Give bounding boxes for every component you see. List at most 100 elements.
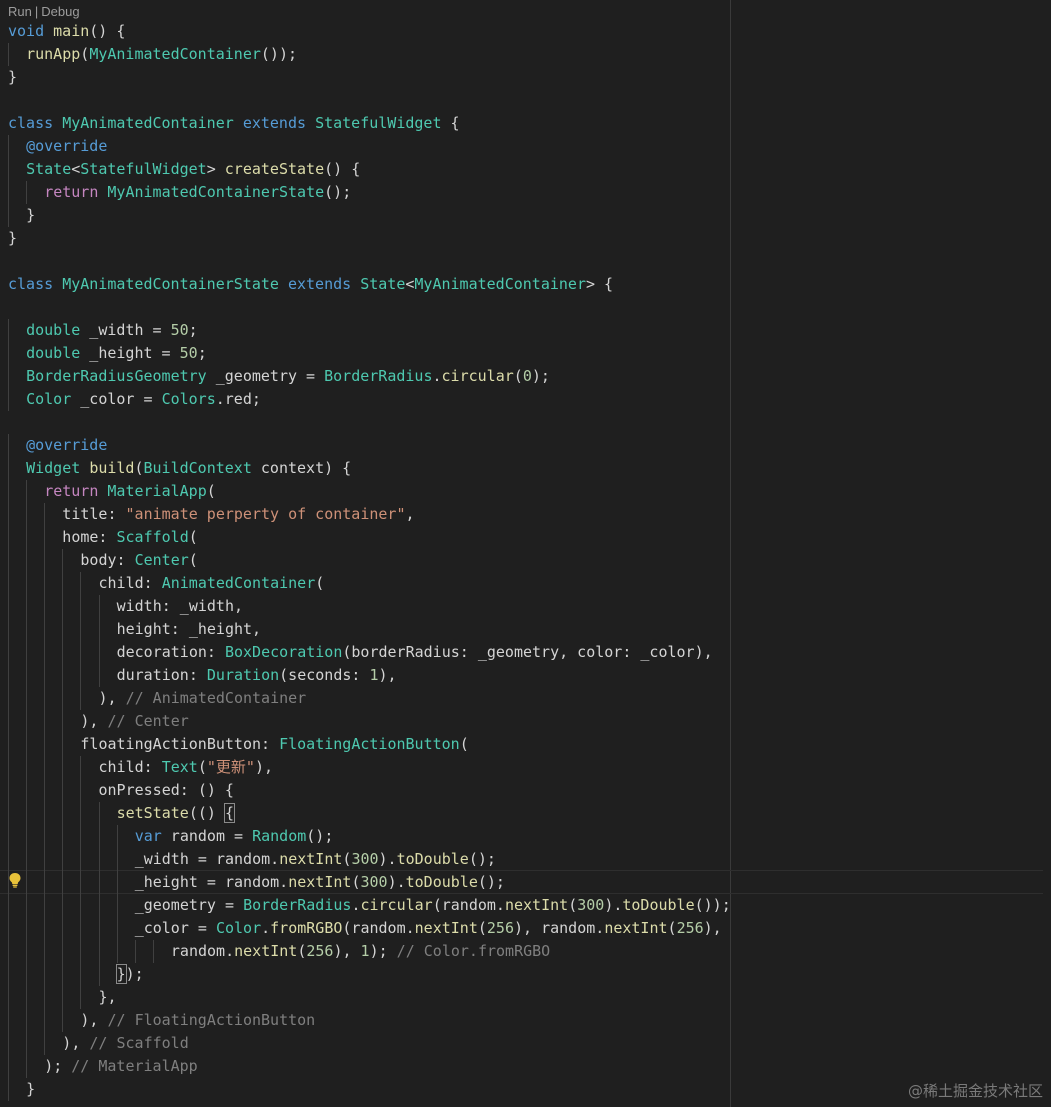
code-token: ). [387, 873, 406, 891]
code-line[interactable]: }); [8, 963, 731, 986]
code-token: AnimatedContainer [161, 574, 316, 592]
code-line[interactable]: @override [8, 135, 731, 158]
code-line[interactable]: floatingActionButton: FloatingActionButt… [8, 733, 731, 756]
code-line[interactable]: body: Center( [8, 549, 731, 572]
code-line[interactable]: random.nextInt(256), 1); // Color.fromRG… [8, 940, 731, 963]
code-line[interactable]: _height = random.nextInt(300).toDouble()… [8, 871, 731, 894]
code-lines[interactable]: void main() {runApp(MyAnimatedContainer(… [8, 20, 731, 1101]
code-line[interactable]: Color _color = Colors.red; [8, 388, 731, 411]
indent-guide [8, 733, 9, 756]
code-line[interactable]: ), // AnimatedContainer [8, 687, 731, 710]
code-editor[interactable]: Run | Debug void main() {runApp(MyAnimated… [0, 0, 1051, 1107]
indent-guide [98, 641, 100, 664]
code-token: }, [98, 988, 117, 1006]
code-token: _geometry = [134, 896, 244, 914]
code-line[interactable]: home: Scaffold( [8, 526, 731, 549]
code-line[interactable]: child: Text("更新"), [8, 756, 731, 779]
code-line[interactable]: void main() { [8, 20, 731, 43]
code-line[interactable]: duration: Duration(seconds: 1), [8, 664, 731, 687]
indent-guide [44, 1032, 46, 1055]
code-line[interactable]: Widget build(BuildContext context) { [8, 457, 731, 480]
code-line[interactable]: decoration: BoxDecoration(borderRadius: … [8, 641, 731, 664]
indent-guide [44, 802, 46, 825]
indent-guide [26, 940, 28, 963]
code-line[interactable]: onPressed: () { [8, 779, 731, 802]
indent-guide [80, 963, 82, 986]
indent-guide [8, 871, 9, 894]
code-line[interactable]: } [8, 227, 731, 250]
indent-guide [26, 181, 28, 204]
code-token: ( [513, 367, 523, 385]
code-line[interactable] [8, 296, 731, 319]
code-token: ); [44, 1057, 72, 1075]
code-line[interactable]: _color = Color.fromRGBO(random.nextInt(2… [8, 917, 731, 940]
code-token: () { [89, 22, 126, 40]
indent-guide [26, 848, 28, 871]
code-token: _color = [71, 390, 162, 408]
code-line[interactable]: class MyAnimatedContainerState extends S… [8, 273, 731, 296]
indent-guide [62, 641, 64, 664]
code-line[interactable]: class MyAnimatedContainer extends Statef… [8, 112, 731, 135]
code-line[interactable]: @override [8, 434, 731, 457]
code-line[interactable]: } [8, 204, 731, 227]
code-token: (); [468, 850, 496, 868]
code-line[interactable]: double _width = 50; [8, 319, 731, 342]
code-token: (borderRadius: _geometry, color: _color)… [342, 643, 713, 661]
run-codelens-link[interactable]: Run [8, 4, 32, 19]
code-line[interactable]: title: "animate perperty of container", [8, 503, 731, 526]
code-line[interactable]: width: _width, [8, 595, 731, 618]
code-token: _height = random. [134, 873, 289, 891]
code-line[interactable]: double _height = 50; [8, 342, 731, 365]
code-token: { [441, 114, 460, 132]
code-line[interactable]: _geometry = BorderRadius.circular(random… [8, 894, 731, 917]
code-token: ; [188, 321, 198, 339]
codelens-separator: | [34, 4, 39, 19]
indent-guide [98, 664, 100, 687]
code-line[interactable]: setState(() { [8, 802, 731, 825]
indent-guide [62, 595, 64, 618]
code-line[interactable]: ), // Center [8, 710, 731, 733]
code-token: ), [80, 712, 108, 730]
code-line[interactable]: child: AnimatedContainer( [8, 572, 731, 595]
code-line[interactable]: BorderRadiusGeometry _geometry = BorderR… [8, 365, 731, 388]
code-line[interactable]: State<StatefulWidget> createState() { [8, 158, 731, 181]
code-line[interactable]: _width = random.nextInt(300).toDouble(); [8, 848, 731, 871]
indent-guide [80, 641, 82, 664]
code-token: home: [62, 528, 117, 546]
indent-guide [44, 825, 46, 848]
indent-guide [26, 963, 28, 986]
indent-guide [152, 940, 154, 963]
indent-guide [8, 342, 9, 365]
code-line[interactable]: ), // Scaffold [8, 1032, 731, 1055]
code-line[interactable]: var random = Random(); [8, 825, 731, 848]
code-line[interactable] [8, 89, 731, 112]
indent-guide [44, 756, 46, 779]
code-line[interactable]: runApp(MyAnimatedContainer()); [8, 43, 731, 66]
code-token: nextInt [414, 919, 478, 937]
code-line[interactable]: return MyAnimatedContainerState(); [8, 181, 731, 204]
code-token: ); [125, 965, 144, 983]
indent-guide [80, 940, 82, 963]
code-token: 1 [369, 666, 379, 684]
code-line[interactable]: ); // MaterialApp [8, 1055, 731, 1078]
code-line[interactable]: } [8, 1078, 731, 1101]
indent-guide [80, 756, 82, 779]
indent-guide [8, 181, 9, 204]
code-line[interactable] [8, 411, 731, 434]
indent-guide [98, 848, 100, 871]
debug-codelens-link[interactable]: Debug [41, 4, 79, 19]
indent-guide [62, 664, 64, 687]
code-line[interactable]: }, [8, 986, 731, 1009]
indent-guide [8, 365, 9, 388]
indent-guide [62, 687, 64, 710]
code-line[interactable]: } [8, 66, 731, 89]
code-line[interactable] [8, 250, 731, 273]
code-token: > [206, 160, 225, 178]
code-token: } [115, 964, 127, 984]
code-line[interactable]: return MaterialApp( [8, 480, 731, 503]
code-line[interactable]: height: _height, [8, 618, 731, 641]
code-line[interactable]: ), // FloatingActionButton [8, 1009, 731, 1032]
indent-guide [62, 894, 64, 917]
code-token: 256 [486, 919, 514, 937]
